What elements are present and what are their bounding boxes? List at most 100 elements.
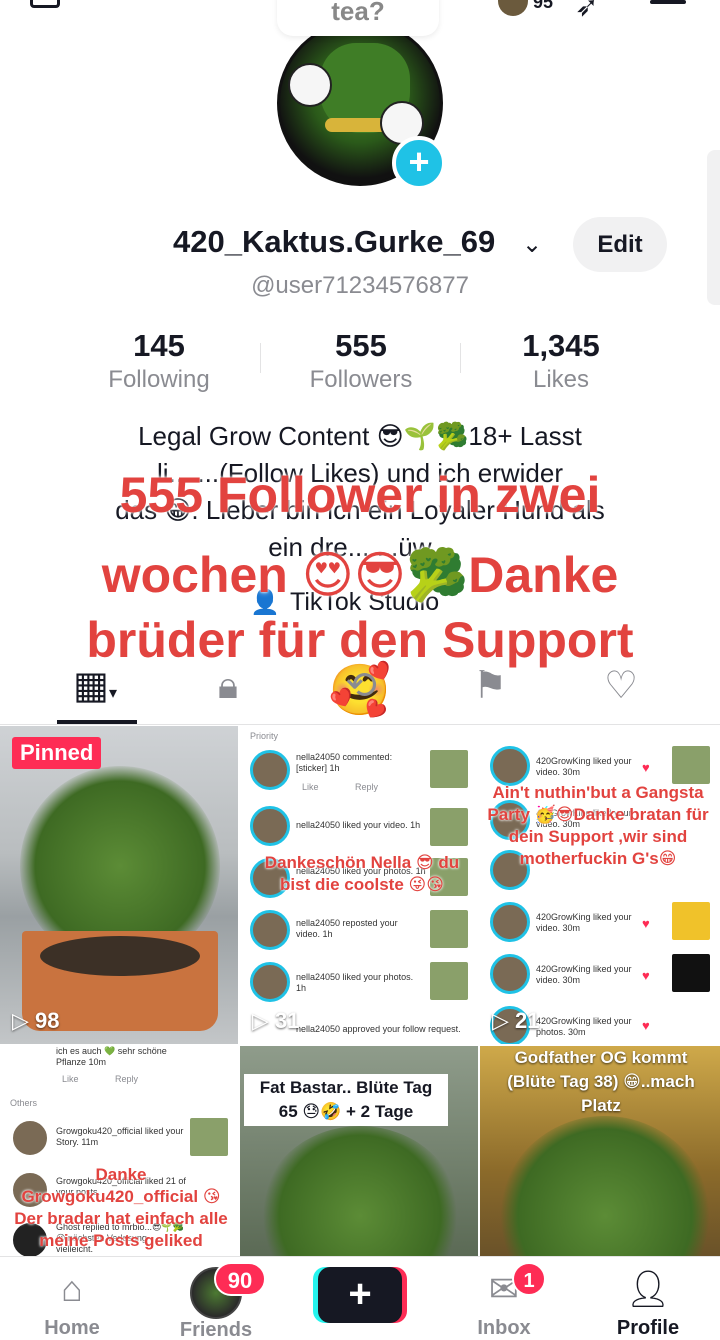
notif-text: 420GrowKing liked your video. 30m xyxy=(536,912,632,933)
reply-label: Reply xyxy=(115,1074,139,1084)
nav-inbox-label: Inbox xyxy=(477,1317,531,1339)
notif-thumbnail xyxy=(430,750,468,788)
plus-icon: + xyxy=(348,1272,372,1316)
nav-home[interactable]: ⌂ Home xyxy=(0,1257,144,1340)
view-count-value: 21 xyxy=(515,1008,540,1033)
stat-likes[interactable]: 1,345 Likes xyxy=(461,328,661,394)
play-icon: ▷ xyxy=(12,1008,36,1033)
dropdown-caret-icon: ▾ xyxy=(108,685,117,702)
profile-tabs: ▦▾ 🔒︎ ⟲ ⚑ ♡ xyxy=(0,660,720,724)
notif-text: ich es auch 💚 sehr schöne Pflanze 10m xyxy=(56,1046,167,1067)
username[interactable]: 420_Kaktus.Gurke_69 xyxy=(173,224,495,260)
nav-profile-label: Profile xyxy=(616,1317,680,1339)
nav-inbox[interactable]: ✉ Inbox xyxy=(432,1257,576,1340)
caption-line: 555 Follower in zwei xyxy=(119,467,601,523)
tab-favorites[interactable]: ⚑ xyxy=(445,660,535,718)
notif-text: 420GrowKing liked your photos. 30m xyxy=(536,1016,632,1037)
notif-thumbnail xyxy=(672,954,710,992)
view-count: ▷ 98 xyxy=(12,1008,60,1034)
notif-text: nella24050 reposted your video. 1h xyxy=(296,918,398,939)
plant-foliage xyxy=(260,1126,460,1256)
video-thumbnail[interactable]: 420GrowKing liked your video. 30m ♥ 420G… xyxy=(480,726,720,1044)
video-caption: Ain't nuthin'but a Gangsta Party 🥳😎Danke… xyxy=(487,783,709,868)
notif-text: 420GrowKing liked your video. 30m xyxy=(536,756,632,777)
notif-thumbnail xyxy=(430,910,468,948)
heart-icon: ♥ xyxy=(642,916,650,931)
notif-text: nella24050 commented: [sticker] 1h xyxy=(296,752,393,773)
stat-followers[interactable]: 555 Followers xyxy=(261,328,461,394)
video-caption: Dankeschön Nella 😎 du bist die coolste 😜… xyxy=(264,853,460,894)
followers-label: Followers xyxy=(309,366,413,393)
notif-text: 420GrowKing liked your video. 30m xyxy=(536,964,632,985)
stat-following[interactable]: 145 Following xyxy=(59,328,259,394)
notif-text: Growgoku420_official liked your Story. 1… xyxy=(56,1126,184,1147)
bookmark-icon: ⚑ xyxy=(472,665,508,707)
footprint-icon[interactable]: ➶ xyxy=(575,0,598,23)
notif-avatar xyxy=(490,746,530,786)
followers-count: 555 xyxy=(335,328,387,363)
tab-private[interactable]: 🔒︎ xyxy=(183,660,273,718)
like-label: Like xyxy=(302,782,319,792)
heart-icon: ♥ xyxy=(642,760,650,775)
heart-icon: ♡ xyxy=(603,665,639,707)
notif-text: nella24050 approved your follow request. xyxy=(296,1024,461,1034)
pinned-badge: Pinned xyxy=(12,737,102,769)
nav-friends-label: Friends xyxy=(179,1319,253,1340)
notif-thumbnail xyxy=(430,962,468,1000)
chevron-down-icon[interactable]: ⌄ xyxy=(522,230,542,259)
caption-line: wochen 😍😎🥦Danke xyxy=(101,547,619,603)
likes-count: 1,345 xyxy=(522,328,600,363)
inbox-badge: 1 xyxy=(512,1262,546,1296)
friends-avatar[interactable] xyxy=(498,0,528,16)
tabs-divider xyxy=(0,724,720,725)
notif-avatar xyxy=(490,954,530,994)
notif-avatar xyxy=(250,750,290,790)
grid-icon: ▦ xyxy=(73,665,109,707)
notif-text: nella24050 liked your photos. 1h xyxy=(296,972,414,993)
play-icon: ▷ xyxy=(492,1008,516,1033)
plant-soil xyxy=(40,936,200,976)
friends-badge: 90 xyxy=(214,1262,266,1296)
avatar-glove-left xyxy=(288,63,332,107)
edit-button[interactable]: Edit xyxy=(573,217,667,272)
notif-thumbnail xyxy=(430,808,468,846)
others-label: Others xyxy=(10,1098,38,1108)
repost-icon: ⟲ xyxy=(345,665,377,707)
tab-videos[interactable]: ▦▾ xyxy=(50,660,140,718)
nav-profile[interactable]: 👤︎ Profile xyxy=(576,1257,720,1340)
create-button[interactable]: + xyxy=(318,1267,402,1323)
likes-label: Likes xyxy=(532,366,590,393)
notif-avatar xyxy=(490,902,530,942)
plant-foliage xyxy=(500,1116,710,1256)
priority-label: Priority xyxy=(250,731,279,741)
bio-line: Legal Grow Content 😎🌱🥦18+ Lasst xyxy=(138,421,582,451)
reply-label: Reply xyxy=(355,782,379,792)
note-bubble[interactable]: tea? xyxy=(277,0,439,36)
notif-avatar xyxy=(250,962,290,1002)
view-count-value: 31 xyxy=(275,1008,300,1033)
nav-home-label: Home xyxy=(44,1317,100,1339)
notif-text: nella24050 liked your video. 1h xyxy=(296,820,421,830)
notif-avatar xyxy=(250,806,290,846)
tab-reposts[interactable]: ⟲ xyxy=(316,660,406,718)
inbox-icon: ✉ xyxy=(488,1268,520,1309)
heart-icon: ♥ xyxy=(642,1018,650,1033)
heart-icon: ♥ xyxy=(642,968,650,983)
following-count: 145 xyxy=(133,328,185,363)
lock-icon: 🔒︎ xyxy=(217,665,239,707)
notif-avatar xyxy=(10,1118,50,1158)
notif-avatar xyxy=(250,910,290,950)
tab-liked[interactable]: ♡ xyxy=(576,660,666,718)
view-count-value: 98 xyxy=(35,1008,60,1033)
add-avatar-button[interactable]: + xyxy=(392,136,446,190)
menu-icon[interactable] xyxy=(650,0,686,4)
friends-count: 95 xyxy=(533,0,554,12)
notif-thumbnail xyxy=(672,746,710,784)
view-count: ▷ 31 xyxy=(252,1008,300,1034)
caption-line: brüder für den Support xyxy=(86,612,634,668)
video-thumbnail[interactable] xyxy=(0,726,238,1044)
add-friend-icon[interactable] xyxy=(30,0,60,8)
user-handle: @user71234576877 xyxy=(251,272,469,299)
profile-icon: 👤︎ xyxy=(625,1268,671,1309)
home-icon: ⌂ xyxy=(61,1268,83,1309)
